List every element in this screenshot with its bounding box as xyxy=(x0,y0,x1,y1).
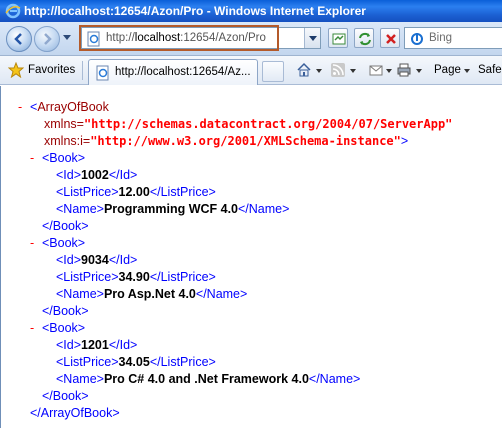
address-toolbar: http://localhost:12654/Azon/Pro Bing xyxy=(0,22,502,56)
xml-id-element: <Id>1002</Id> xyxy=(56,168,138,182)
xml-book-open: - <Book> xyxy=(30,235,86,251)
back-button[interactable] xyxy=(6,26,32,52)
browser-tab[interactable]: http://localhost:12654/Az... xyxy=(88,59,258,85)
compatibility-view-button[interactable] xyxy=(328,28,348,48)
print-icon[interactable] xyxy=(396,62,412,78)
ie-logo-icon xyxy=(5,3,21,19)
print-dropdown[interactable] xyxy=(416,69,422,73)
forward-button[interactable] xyxy=(34,26,60,52)
tab-title: http://localhost:12654/Az... xyxy=(115,66,251,78)
window-title: http://localhost:12654/Azon/Pro - Window… xyxy=(24,4,366,18)
bing-search-icon xyxy=(409,31,425,47)
page-icon xyxy=(86,31,102,47)
address-dropdown-button[interactable] xyxy=(304,28,320,48)
collapse-toggle[interactable]: - xyxy=(30,235,42,251)
title-bar: http://localhost:12654/Azon/Pro - Window… xyxy=(0,0,502,22)
xml-book-close: </Book> xyxy=(42,219,89,233)
tab-page-icon xyxy=(95,65,111,81)
xml-book-open: - <Book> xyxy=(30,150,86,166)
separator xyxy=(82,61,83,80)
compatibility-icon xyxy=(332,33,346,45)
xml-id-element: <Id>9034</Id> xyxy=(56,253,138,267)
favorites-button[interactable]: Favorites xyxy=(28,56,75,84)
xml-namespace-attr: xmlns="http://schemas.datacontract.org/2… xyxy=(44,117,453,131)
xml-document-view: - <ArrayOfBook xmlns="http://schemas.data… xyxy=(0,86,502,428)
xml-namespace-i-attr: xmlns:i="http://www.w3.org/2001/XMLSchem… xyxy=(44,134,409,148)
xml-root-close: </ArrayOfBook> xyxy=(30,406,120,420)
address-field[interactable]: http://localhost:12654/Azon/Pro xyxy=(81,27,321,49)
stop-button[interactable] xyxy=(380,28,400,48)
favorites-star-icon[interactable] xyxy=(7,61,25,79)
refresh-button[interactable] xyxy=(354,28,374,48)
xml-name-element: <Name>Pro C# 4.0 and .Net Framework 4.0<… xyxy=(56,372,361,386)
home-dropdown[interactable] xyxy=(316,69,322,73)
recent-pages-dropdown[interactable] xyxy=(63,35,71,40)
safety-menu[interactable]: Safe xyxy=(478,56,502,84)
xml-id-element: <Id>1201</Id> xyxy=(56,338,138,352)
home-icon[interactable] xyxy=(296,62,312,78)
collapse-toggle[interactable]: - xyxy=(30,150,42,166)
xml-book-open: - <Book> xyxy=(30,320,86,336)
xml-name-element: <Name>Programming WCF 4.0</Name> xyxy=(56,202,290,216)
xml-root-open: - <ArrayOfBook xyxy=(18,99,109,115)
xml-listprice-element: <ListPrice>12.00</ListPrice> xyxy=(56,185,216,199)
feeds-dropdown[interactable] xyxy=(350,69,356,73)
new-tab-button[interactable] xyxy=(262,61,284,82)
mail-icon[interactable] xyxy=(368,62,384,78)
collapse-toggle[interactable]: - xyxy=(30,320,42,336)
xml-listprice-element: <ListPrice>34.05</ListPrice> xyxy=(56,355,216,369)
forward-arrow-icon xyxy=(44,33,52,45)
favorites-command-bar: Favorites http://localhost:12654/Az... P… xyxy=(0,56,502,85)
page-dropdown[interactable] xyxy=(464,69,470,73)
mail-dropdown[interactable] xyxy=(386,69,392,73)
collapse-toggle[interactable]: - xyxy=(18,99,30,115)
search-field[interactable]: Bing xyxy=(404,27,502,49)
xml-book-close: </Book> xyxy=(42,304,89,318)
xml-name-element: <Name>Pro Asp.Net 4.0</Name> xyxy=(56,287,248,301)
back-arrow-icon xyxy=(14,33,22,45)
refresh-icon xyxy=(359,32,371,46)
xml-book-close: </Book> xyxy=(42,389,89,403)
search-placeholder: Bing xyxy=(429,32,453,44)
page-menu[interactable]: Page xyxy=(434,56,461,84)
stop-icon xyxy=(386,34,396,44)
address-url[interactable]: http://localhost:12654/Azon/Pro xyxy=(106,28,266,48)
feeds-icon[interactable] xyxy=(330,62,346,78)
xml-listprice-element: <ListPrice>34.90</ListPrice> xyxy=(56,270,216,284)
